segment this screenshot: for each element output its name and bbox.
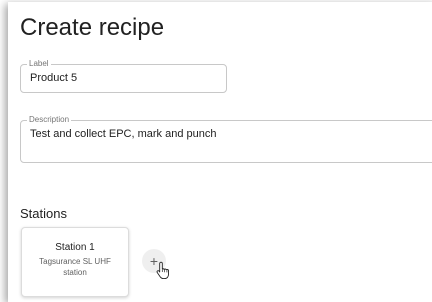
stations-heading: Stations: [20, 206, 67, 221]
station-name: Station 1: [55, 242, 95, 253]
description-field[interactable]: Description Test and collect EPC, mark a…: [20, 116, 432, 163]
station-description: Tagsurance SL UHF station: [39, 257, 111, 277]
station-card[interactable]: Station 1 Tagsurance SL UHF station: [21, 227, 129, 297]
hand-pointer-icon: [156, 261, 169, 279]
label-input[interactable]: Product 5: [30, 71, 217, 85]
description-input[interactable]: Test and collect EPC, mark and punch: [30, 127, 430, 141]
label-field[interactable]: Label Product 5: [20, 60, 227, 93]
create-recipe-dialog: Create recipe Label Product 5 Descriptio…: [8, 2, 432, 302]
description-field-legend: Description: [29, 115, 70, 124]
page-title: Create recipe: [20, 14, 165, 41]
label-field-legend: Label: [29, 59, 49, 68]
